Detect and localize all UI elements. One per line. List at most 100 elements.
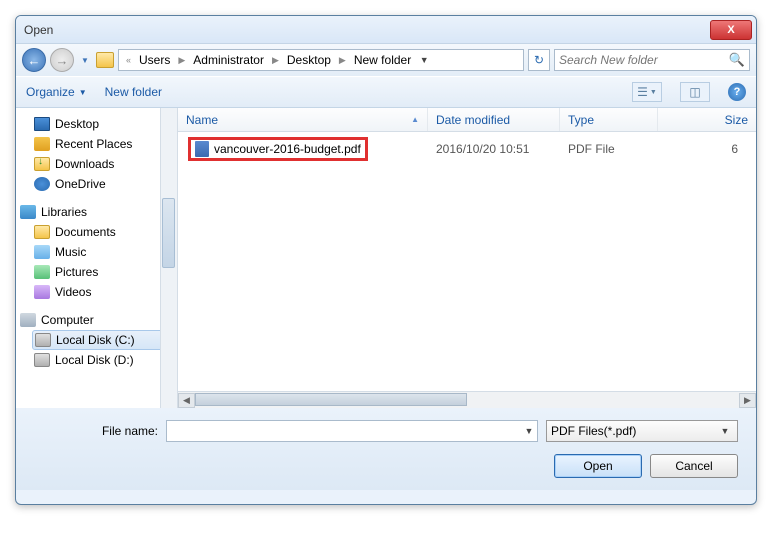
search-box[interactable]: 🔍 — [554, 49, 750, 71]
sidebar-item-recent[interactable]: Recent Places — [32, 134, 177, 154]
chevron-right-icon: ▶ — [269, 55, 282, 66]
refresh-button[interactable]: ↻ — [528, 49, 550, 71]
folder-icon — [96, 52, 114, 68]
organize-menu[interactable]: Organize ▼ — [26, 85, 87, 99]
sidebar-label: Local Disk (D:) — [55, 353, 134, 367]
column-date[interactable]: Date modified — [428, 108, 560, 131]
sidebar-item-onedrive[interactable]: OneDrive — [32, 174, 177, 194]
file-list-pane: Name▲ Date modified Type Size vancouver-… — [178, 108, 756, 408]
window-title: Open — [24, 23, 710, 37]
chevron-right-icon: ▶ — [175, 55, 188, 66]
breadcrumb-segment[interactable]: Desktop — [284, 52, 334, 68]
file-date: 2016/10/20 10:51 — [428, 142, 560, 156]
breadcrumb[interactable]: « Users ▶ Administrator ▶ Desktop ▶ New … — [118, 49, 524, 71]
sidebar-label: Pictures — [55, 265, 98, 279]
filetype-filter[interactable]: PDF Files(*.pdf) ▼ — [546, 420, 738, 442]
sidebar-computer-header[interactable]: Computer — [20, 310, 177, 330]
file-type: PDF File — [560, 142, 658, 156]
new-folder-label: New folder — [105, 85, 162, 99]
organize-label: Organize — [26, 85, 75, 99]
sidebar-label: Computer — [41, 313, 94, 327]
filter-value: PDF Files(*.pdf) — [551, 424, 717, 438]
recent-icon — [34, 137, 50, 151]
help-button[interactable]: ? — [728, 83, 746, 101]
file-list[interactable]: vancouver-2016-budget.pdf 2016/10/20 10:… — [178, 132, 756, 391]
chevron-icon: « — [123, 55, 134, 65]
chevron-down-icon: ▼ — [717, 426, 733, 436]
nav-history-dropdown[interactable]: ▼ — [78, 48, 92, 72]
close-button[interactable]: X — [710, 20, 752, 40]
sort-indicator-icon: ▲ — [411, 115, 419, 124]
sidebar-libraries-header[interactable]: Libraries — [20, 202, 177, 222]
toolbar: Organize ▼ New folder ☰ ▼ ◫ ? — [16, 76, 756, 108]
onedrive-icon — [34, 177, 50, 191]
libraries-icon — [20, 205, 36, 219]
column-headers: Name▲ Date modified Type Size — [178, 108, 756, 132]
view-options-button[interactable]: ☰ ▼ — [632, 82, 662, 102]
sidebar-label: Local Disk (C:) — [56, 333, 135, 347]
chevron-down-icon: ▼ — [79, 88, 87, 97]
file-row[interactable]: vancouver-2016-budget.pdf 2016/10/20 10:… — [184, 138, 750, 160]
column-size[interactable]: Size — [658, 108, 756, 131]
sidebar-item-drive-c[interactable]: Local Disk (C:) — [32, 330, 177, 350]
chevron-right-icon: ▶ — [336, 55, 349, 66]
file-size: 6 — [658, 142, 750, 156]
videos-icon — [34, 285, 50, 299]
titlebar: Open X — [16, 16, 756, 44]
disk-icon — [34, 353, 50, 367]
file-highlight: vancouver-2016-budget.pdf — [188, 137, 368, 161]
column-name[interactable]: Name▲ — [178, 108, 428, 131]
sidebar-item-desktop[interactable]: Desktop — [32, 114, 177, 134]
sidebar-label: OneDrive — [55, 177, 106, 191]
open-dialog: Open X ← → ▼ « Users ▶ Administrator ▶ D… — [15, 15, 757, 505]
preview-pane-button[interactable]: ◫ — [680, 82, 710, 102]
sidebar-item-documents[interactable]: Documents — [32, 222, 177, 242]
sidebar-scrollbar[interactable] — [160, 108, 177, 408]
column-type[interactable]: Type — [560, 108, 658, 131]
search-input[interactable] — [559, 53, 729, 67]
sidebar-label: Recent Places — [55, 137, 132, 151]
search-icon: 🔍 — [729, 52, 745, 68]
pictures-icon — [34, 265, 50, 279]
filename-input[interactable] — [167, 424, 521, 438]
scroll-right-button[interactable]: ▶ — [739, 393, 756, 408]
scroll-left-button[interactable]: ◀ — [178, 393, 195, 408]
address-bar: ← → ▼ « Users ▶ Administrator ▶ Desktop … — [16, 44, 756, 76]
sidebar-item-videos[interactable]: Videos — [32, 282, 177, 302]
music-icon — [34, 245, 50, 259]
breadcrumb-segment[interactable]: Administrator — [190, 52, 267, 68]
back-button[interactable]: ← — [22, 48, 46, 72]
forward-button[interactable]: → — [50, 48, 74, 72]
filename-label: File name: — [34, 424, 158, 438]
new-folder-button[interactable]: New folder — [105, 85, 162, 99]
sidebar-item-downloads[interactable]: Downloads — [32, 154, 177, 174]
downloads-icon — [34, 157, 50, 171]
filename-combobox[interactable]: ▼ — [166, 420, 538, 442]
breadcrumb-segment[interactable]: Users — [136, 52, 173, 68]
sidebar-label: Libraries — [41, 205, 87, 219]
computer-icon — [20, 313, 36, 327]
dialog-footer: File name: ▼ PDF Files(*.pdf) ▼ Open Can… — [16, 408, 756, 490]
sidebar-label: Desktop — [55, 117, 99, 131]
horizontal-scrollbar[interactable]: ◀ ▶ — [178, 391, 756, 408]
open-button[interactable]: Open — [554, 454, 642, 478]
cancel-button[interactable]: Cancel — [650, 454, 738, 478]
sidebar-label: Music — [55, 245, 86, 259]
sidebar-label: Videos — [55, 285, 91, 299]
file-name: vancouver-2016-budget.pdf — [214, 142, 361, 156]
scrollbar-thumb[interactable] — [162, 198, 175, 268]
disk-icon — [35, 333, 51, 347]
breadcrumb-segment[interactable]: New folder — [351, 52, 414, 68]
navigation-pane: Desktop Recent Places Downloads OneDrive… — [16, 108, 178, 408]
sidebar-item-music[interactable]: Music — [32, 242, 177, 262]
scrollbar-thumb[interactable] — [195, 393, 467, 406]
sidebar-item-pictures[interactable]: Pictures — [32, 262, 177, 282]
sidebar-label: Documents — [55, 225, 116, 239]
dialog-body: Desktop Recent Places Downloads OneDrive… — [16, 108, 756, 408]
chevron-down-icon[interactable]: ▼ — [521, 426, 537, 436]
desktop-icon — [34, 117, 50, 131]
sidebar-item-drive-d[interactable]: Local Disk (D:) — [32, 350, 177, 370]
sidebar-label: Downloads — [55, 157, 114, 171]
breadcrumb-dropdown[interactable]: ▼ — [416, 55, 432, 65]
scroll-track[interactable] — [195, 393, 739, 408]
